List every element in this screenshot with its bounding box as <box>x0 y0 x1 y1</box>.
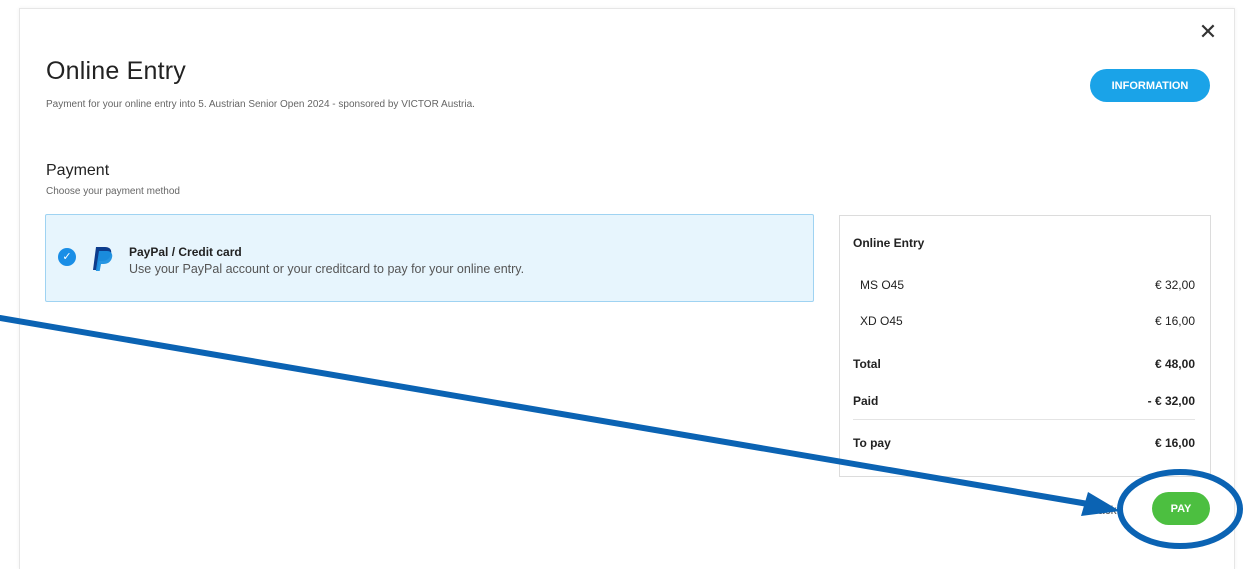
summary-total-value: € 48,00 <box>1154 357 1195 371</box>
summary-total-label: Total <box>853 357 881 371</box>
summary-item-value: € 32,00 <box>1154 278 1195 292</box>
summary-divider <box>853 419 1195 420</box>
back-link[interactable]: Back <box>1090 503 1117 517</box>
summary-to-pay-label: To pay <box>853 436 891 450</box>
paypal-icon <box>93 247 113 271</box>
payment-section-title: Payment <box>46 162 110 179</box>
summary-paid-value: - € 32,00 <box>1147 394 1195 408</box>
page-subtitle: Payment for your online entry into 5. Au… <box>46 99 475 110</box>
summary-to-pay-value: € 16,00 <box>1154 436 1195 450</box>
summary-item-label: MS O45 <box>860 278 905 292</box>
page-title: Online Entry <box>46 57 186 85</box>
summary-title: Online Entry <box>853 236 925 250</box>
payment-section-subtitle: Choose your payment method <box>46 186 180 197</box>
order-summary: Online Entry MS O45 € 32,00 XD O45 € 16,… <box>839 215 1211 477</box>
summary-item-label: XD O45 <box>860 314 903 328</box>
information-button[interactable]: INFORMATION <box>1090 69 1210 102</box>
pay-button[interactable]: PAY <box>1152 492 1210 525</box>
payment-method-paypal[interactable]: ✓ PayPal / Credit card Use your PayPal a… <box>45 214 814 302</box>
close-icon[interactable]: ✕ <box>1196 20 1220 44</box>
payment-method-name: PayPal / Credit card <box>129 245 242 259</box>
summary-item-value: € 16,00 <box>1154 314 1195 328</box>
payment-method-description: Use your PayPal account or your creditca… <box>129 262 525 276</box>
check-icon: ✓ <box>58 248 76 266</box>
summary-paid-label: Paid <box>853 394 879 408</box>
